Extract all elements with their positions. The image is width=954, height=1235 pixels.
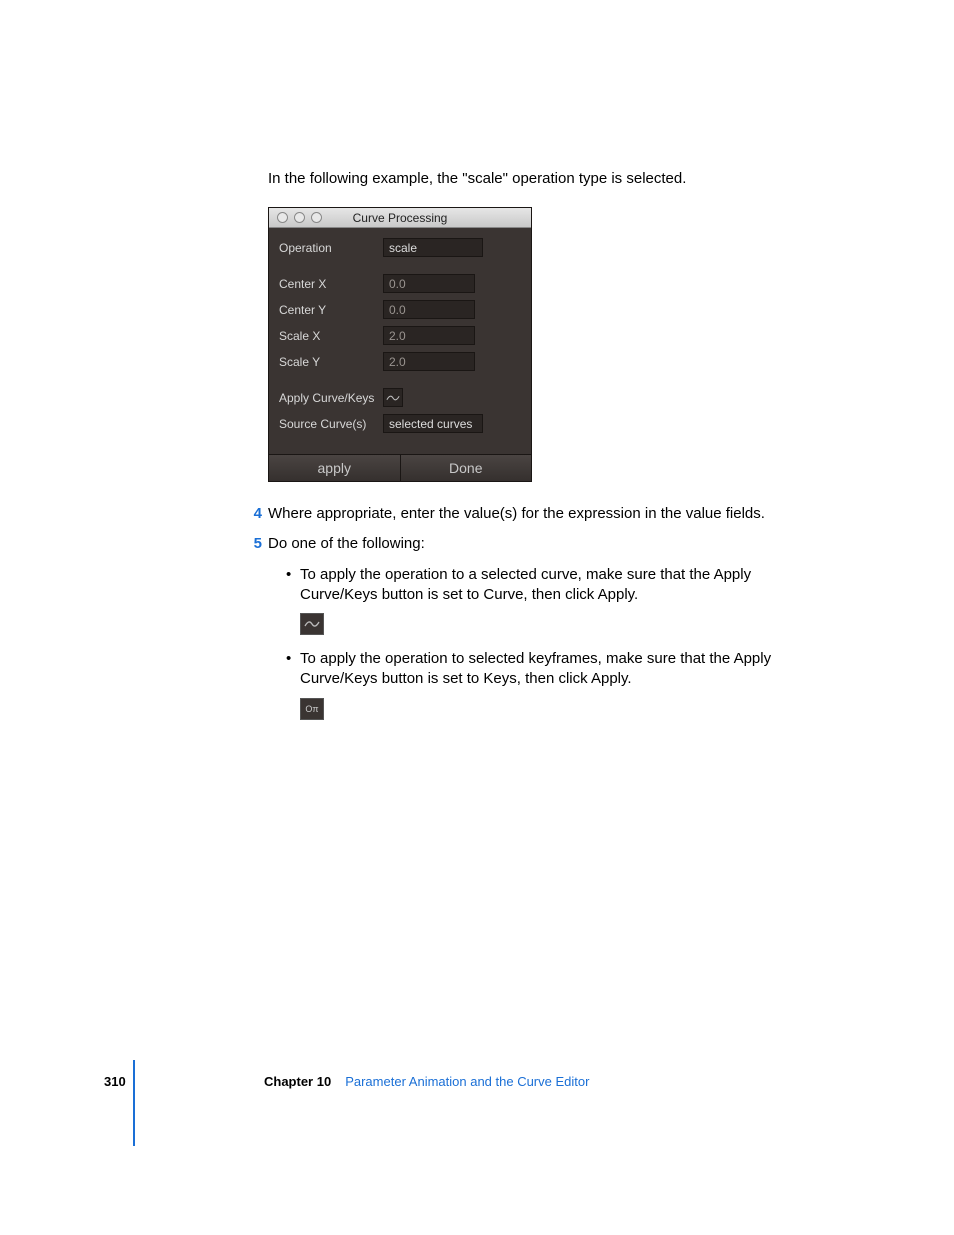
- scaley-field[interactable]: 2.0: [383, 352, 475, 371]
- step-text: Where appropriate, enter the value(s) fo…: [268, 504, 765, 524]
- dialog-titlebar: Curve Processing: [269, 208, 531, 228]
- source-label: Source Curve(s): [279, 417, 383, 431]
- chapter-label: Chapter 10: [264, 1074, 331, 1089]
- bullet-1: • To apply the operation to a selected c…: [286, 565, 828, 606]
- scalex-label: Scale X: [279, 329, 383, 343]
- centerx-label: Center X: [279, 277, 383, 291]
- operation-field[interactable]: scale: [383, 238, 483, 257]
- step-number: 4: [244, 504, 262, 524]
- scalex-field[interactable]: 2.0: [383, 326, 475, 345]
- step-text: Do one of the following:: [268, 534, 425, 554]
- bullet-text: To apply the operation to a selected cur…: [300, 565, 828, 606]
- step-4: 4 Where appropriate, enter the value(s) …: [268, 504, 828, 524]
- dialog-body: Operation scale Center X 0.0 Center Y 0.…: [269, 228, 531, 454]
- keys-mode-chip: Oπ: [300, 698, 324, 720]
- centery-label: Center Y: [279, 303, 383, 317]
- page-number: 310: [104, 1074, 264, 1089]
- curve-icon: [304, 619, 320, 629]
- step-number: 5: [244, 534, 262, 554]
- apply-curve-keys-toggle[interactable]: [383, 388, 403, 407]
- curve-processing-dialog: Curve Processing Operation scale Center …: [268, 207, 532, 482]
- done-button[interactable]: Done: [401, 455, 532, 481]
- bullet-2: • To apply the operation to selected key…: [286, 649, 828, 690]
- chapter-title: Parameter Animation and the Curve Editor: [345, 1074, 589, 1089]
- source-field[interactable]: selected curves: [383, 414, 483, 433]
- intro-text: In the following example, the "scale" op…: [268, 168, 828, 189]
- curve-icon: [386, 393, 400, 403]
- centerx-field[interactable]: 0.0: [383, 274, 475, 293]
- footer-rule: [133, 1060, 135, 1146]
- dialog-title: Curve Processing: [269, 211, 531, 225]
- applyck-label: Apply Curve/Keys: [279, 391, 383, 405]
- scaley-label: Scale Y: [279, 355, 383, 369]
- bullet-dot: •: [286, 565, 300, 606]
- apply-button[interactable]: apply: [269, 455, 401, 481]
- step-5: 5 Do one of the following:: [268, 534, 828, 554]
- page-footer: 310 Chapter 10 Parameter Animation and t…: [104, 1074, 844, 1089]
- bullet-dot: •: [286, 649, 300, 690]
- dialog-footer: apply Done: [269, 454, 531, 481]
- curve-mode-chip: [300, 613, 324, 635]
- operation-label: Operation: [279, 241, 383, 255]
- bullet-text: To apply the operation to selected keyfr…: [300, 649, 828, 690]
- centery-field[interactable]: 0.0: [383, 300, 475, 319]
- keys-icon: Oπ: [305, 704, 318, 714]
